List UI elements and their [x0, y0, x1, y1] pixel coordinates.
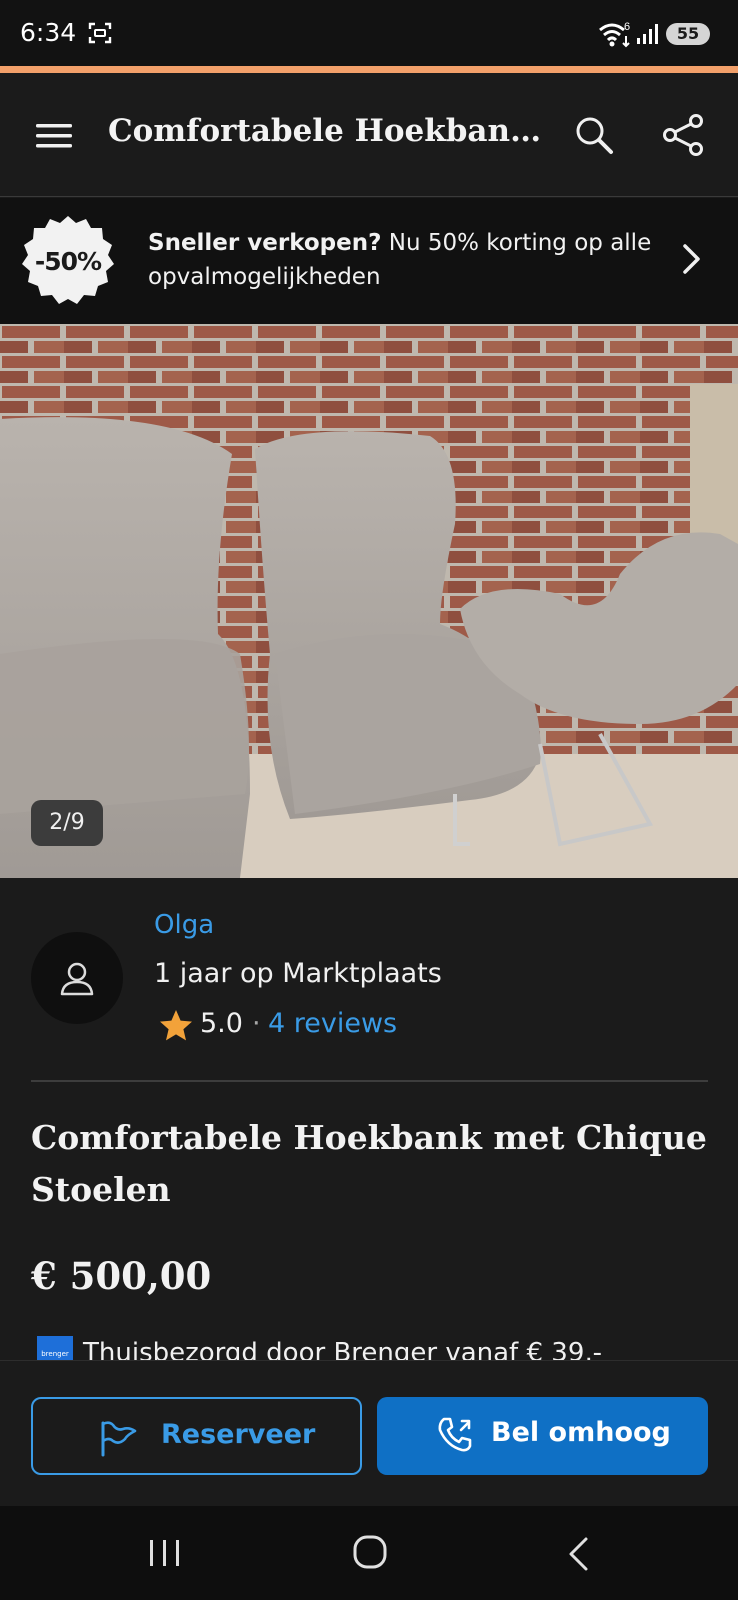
- home-icon[interactable]: [352, 1534, 388, 1570]
- accent-line: [0, 66, 738, 73]
- recent-apps-icon[interactable]: [148, 1536, 182, 1570]
- app-bar: Comfortabele Hoekbank m...: [0, 73, 738, 197]
- rating-value: 5.0: [200, 1008, 243, 1039]
- status-time: 6:34: [20, 18, 77, 47]
- brenger-logo: brenger: [37, 1336, 73, 1360]
- user-icon: [60, 962, 94, 996]
- seller-membership: 1 jaar op Marktplaats: [154, 958, 442, 989]
- seller-name-link[interactable]: Olga: [154, 910, 214, 940]
- search-icon[interactable]: [574, 115, 614, 155]
- rating-separator: ·: [252, 1008, 261, 1039]
- action-bar: Reserveer Bel omhoog: [0, 1360, 738, 1506]
- back-icon[interactable]: [566, 1536, 590, 1572]
- listing-price: € 500,00: [31, 1254, 212, 1298]
- seller-avatar[interactable]: [31, 932, 123, 1024]
- status-bar: 6:34 6 55: [0, 0, 738, 66]
- reserve-button-label: Reserveer: [161, 1419, 316, 1450]
- photo-counter: 2/9: [31, 800, 103, 846]
- listing-photo[interactable]: [0, 324, 738, 878]
- chevron-right-icon: [683, 244, 700, 274]
- discount-badge-label: -50%: [34, 247, 102, 276]
- divider: [31, 1080, 708, 1082]
- reserve-button[interactable]: Reserveer: [31, 1397, 362, 1475]
- share-icon[interactable]: [662, 113, 706, 157]
- listing-page: 6:34 6 55 Comfortabele Hoekbank m..: [0, 0, 738, 1600]
- listing-title: Comfortabele Hoekbank met Chique Stoelen: [31, 1118, 707, 1209]
- flag-icon: [101, 1421, 137, 1457]
- promo-message: Sneller verkopen? Nu 50% korting op alle…: [148, 226, 668, 294]
- promo-banner[interactable]: -50% Sneller verkopen? Nu 50% korting op…: [0, 198, 738, 324]
- delivery-info: brenger Thuisbezorgd door Brenger vanaf …: [31, 1332, 731, 1360]
- call-button[interactable]: Bel omhoog: [377, 1397, 708, 1475]
- hamburger-menu-icon[interactable]: [36, 123, 72, 149]
- screenshot-icon: [88, 22, 112, 44]
- signal-icon: [637, 24, 658, 44]
- star-icon: [160, 1010, 192, 1041]
- battery-indicator: 55: [666, 23, 710, 45]
- app-bar-title: Comfortabele Hoekbank m...: [108, 113, 548, 149]
- promo-bold-text: Sneller verkopen?: [148, 230, 382, 256]
- delivery-text: Thuisbezorgd door Brenger vanaf € 39,-: [83, 1338, 603, 1360]
- system-nav-bar: [0, 1506, 738, 1600]
- wifi-badge: 6: [624, 21, 630, 33]
- call-button-label: Bel omhoog: [491, 1417, 671, 1448]
- chairs-photo: [0, 324, 738, 878]
- reviews-link[interactable]: 4 reviews: [268, 1008, 397, 1039]
- wifi-icon: 6: [599, 21, 630, 48]
- phone-callback-icon: [438, 1417, 472, 1452]
